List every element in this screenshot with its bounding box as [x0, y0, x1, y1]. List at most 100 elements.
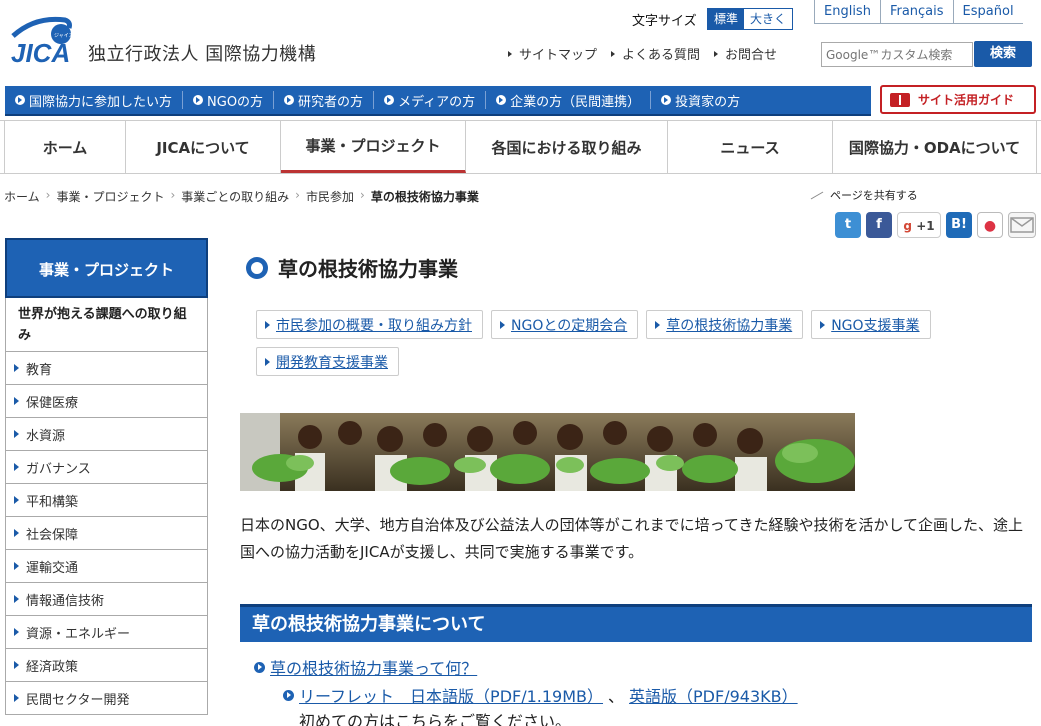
leaflet-en-link[interactable]: 英語版（PDF/943KB） — [629, 683, 798, 707]
arrow-circle-icon — [15, 95, 25, 105]
breadcrumb: ホーム › 事業・プロジェクト › 事業ごとの取り組み › 市民参加 › 草の根技術協力… — [4, 188, 479, 205]
sidebar-item-peacebuilding[interactable]: 平和構築 — [5, 484, 208, 517]
arrow-icon — [14, 661, 19, 669]
share-icons: t f g +1 B! ● — [835, 212, 1036, 238]
breadcrumb-citizen[interactable]: 市民参加 — [306, 188, 354, 205]
book-icon — [890, 92, 910, 107]
audience-nav: 国際協力に参加したい方 NGOの方 研究者の方 メディアの方 企業の方（民間連携… — [5, 86, 871, 116]
sidebar-item-social-security[interactable]: 社会保障 — [5, 517, 208, 550]
aud-media-label: メディアの方 — [398, 94, 476, 110]
sublink-dev-education[interactable]: 開発教育支援事業 — [256, 347, 399, 376]
share-divider — [810, 191, 824, 200]
hatena-bookmark-icon[interactable]: B! — [946, 212, 972, 238]
sidebar-item-economic-policy[interactable]: 経済政策 — [5, 649, 208, 682]
gnav-news[interactable]: ニュース — [668, 121, 833, 173]
arrow-icon — [14, 364, 19, 372]
sidebar-item-private-sector[interactable]: 民間セクター開発 — [5, 682, 208, 715]
sidebar-item-governance[interactable]: ガバナンス — [5, 451, 208, 484]
sublink-label: NGO支援事業 — [831, 317, 920, 334]
sidebar-item-education[interactable]: 教育 — [5, 352, 208, 385]
sidebar-item-health[interactable]: 保健医療 — [5, 385, 208, 418]
arrow-icon — [14, 397, 19, 405]
font-size-large-button[interactable]: 大きく — [744, 9, 793, 29]
arrow-icon — [14, 628, 19, 636]
lang-french-link[interactable]: Français — [879, 0, 953, 24]
sidebar-item-label: 水資源 — [26, 428, 66, 444]
aud-ngo-label: NGOの方 — [207, 94, 264, 110]
evernote-icon[interactable]: ● — [977, 212, 1003, 238]
lang-spanish-link[interactable]: Español — [952, 0, 1023, 24]
sidebar-item-label: ガバナンス — [26, 461, 91, 477]
jica-logo[interactable]: JICA ジャイカ — [5, 14, 75, 68]
site-guide-label: サイト活用ガイド — [918, 93, 1015, 107]
intro-text: 日本のNGO、大学、地方自治体及び公益法人の団体等がこれまでに培ってきた経験や技… — [240, 516, 1024, 561]
sidebar-header[interactable]: 事業・プロジェクト — [5, 238, 208, 298]
font-size-label: 文字サイズ — [632, 14, 697, 29]
sidebar-item-label: 教育 — [26, 362, 53, 378]
chevron-right-icon: › — [295, 188, 300, 202]
sidebar-item-ict[interactable]: 情報通信技術 — [5, 583, 208, 616]
contact-label: お問合せ — [725, 48, 778, 63]
arrow-icon — [14, 529, 19, 537]
faq-link-label: 草の根技術協力事業って何？ — [270, 659, 478, 678]
page: JICA ジャイカ 独立行政法人 国際協力機構 文字サイズ 標準 大きく Eng… — [0, 0, 1041, 726]
sublink-label: 草の根技術協力事業 — [666, 317, 793, 334]
share-label: ページを共有する — [830, 189, 918, 202]
twitter-icon[interactable]: t — [835, 212, 861, 238]
arrow-icon — [500, 320, 505, 329]
sidebar-item-label: 資源・エネルギー — [26, 626, 131, 642]
utility-links: サイトマップ よくある質問 お問合せ — [508, 44, 777, 63]
aud-researcher-link[interactable]: 研究者の方 — [274, 91, 375, 110]
leaflet-separator: 、 — [608, 687, 625, 706]
aud-investor-link[interactable]: 投資家の方 — [651, 91, 750, 110]
search-button[interactable]: 検索 — [974, 41, 1032, 67]
arrow-icon — [714, 50, 719, 57]
sublink-ngo-meeting[interactable]: NGOとの定期会合 — [491, 310, 639, 339]
first-time-note: 初めての方はこちらをご覧ください。 — [299, 712, 572, 726]
sidebar: 事業・プロジェクト 世界が抱える課題への取り組み 教育 保健医療 水資源 ガバナ… — [5, 238, 208, 715]
sublink-ngo-support[interactable]: NGO支援事業 — [811, 310, 931, 339]
gnav-oda[interactable]: 国際協力・ODAについて — [833, 121, 1037, 173]
gnav-about[interactable]: JICAについて — [126, 121, 281, 173]
aud-business-link[interactable]: 企業の方（民間連携） — [486, 91, 652, 110]
gnav-projects[interactable]: 事業・プロジェクト — [281, 121, 466, 173]
faq-page-link[interactable]: よくある質問 — [611, 44, 700, 63]
gnav-home[interactable]: ホーム — [4, 121, 126, 173]
section-heading: 草の根技術協力事業について — [240, 604, 1032, 642]
sublink-overview[interactable]: 市民参加の概要・取り組み方針 — [256, 310, 483, 339]
faq-link[interactable]: 草の根技術協力事業って何？ — [254, 655, 477, 679]
aud-participate-link[interactable]: 国際協力に参加したい方 — [5, 91, 184, 110]
sitemap-link[interactable]: サイトマップ — [508, 44, 597, 63]
sidebar-item-transport[interactable]: 運輸交通 — [5, 550, 208, 583]
chevron-right-icon: › — [170, 188, 176, 202]
facebook-icon[interactable]: f — [866, 212, 892, 238]
lang-english-link[interactable]: English — [814, 0, 880, 24]
breadcrumb-current: 草の根技術協力事業 — [370, 190, 479, 204]
gnav-countries[interactable]: 各国における取り組み — [466, 121, 668, 173]
aud-media-link[interactable]: メディアの方 — [374, 91, 487, 110]
sub-links: 市民参加の概要・取り組み方針 NGOとの定期会合 草の根技術協力事業 NGO支援… — [256, 310, 1016, 376]
google-plus-icon[interactable]: g +1 — [897, 212, 941, 238]
breadcrumb-initiatives[interactable]: 事業ごとの取り組み — [181, 188, 289, 205]
arrow-circle-icon — [254, 661, 265, 673]
sidebar-item-energy[interactable]: 資源・エネルギー — [5, 616, 208, 649]
page-title: 草の根技術協力事業 — [246, 253, 458, 282]
arrow-icon — [820, 320, 826, 329]
sidebar-issues-heading[interactable]: 世界が抱える課題への取り組み — [5, 298, 208, 352]
arrow-circle-icon — [496, 95, 507, 105]
site-guide-button[interactable]: サイト活用ガイド — [880, 85, 1036, 114]
aud-ngo-link[interactable]: NGOの方 — [183, 91, 275, 110]
leaflet-ja-link[interactable]: リーフレット 日本語版（PDF/1.19MB） — [299, 683, 603, 707]
sublink-grassroots[interactable]: 草の根技術協力事業 — [646, 310, 804, 339]
arrow-icon — [265, 357, 270, 366]
sidebar-item-water[interactable]: 水資源 — [5, 418, 208, 451]
font-size-standard-button[interactable]: 標準 — [708, 9, 745, 29]
breadcrumb-home[interactable]: ホーム — [4, 188, 40, 205]
breadcrumb-projects[interactable]: 事業・プロジェクト — [56, 188, 164, 205]
sidebar-item-label: 運輸交通 — [26, 560, 79, 576]
contact-link[interactable]: お問合せ — [714, 44, 777, 63]
mail-icon[interactable] — [1008, 212, 1036, 238]
search-input[interactable] — [821, 42, 973, 67]
hero-image — [240, 413, 855, 491]
sidebar-item-label: 経済政策 — [26, 659, 79, 675]
